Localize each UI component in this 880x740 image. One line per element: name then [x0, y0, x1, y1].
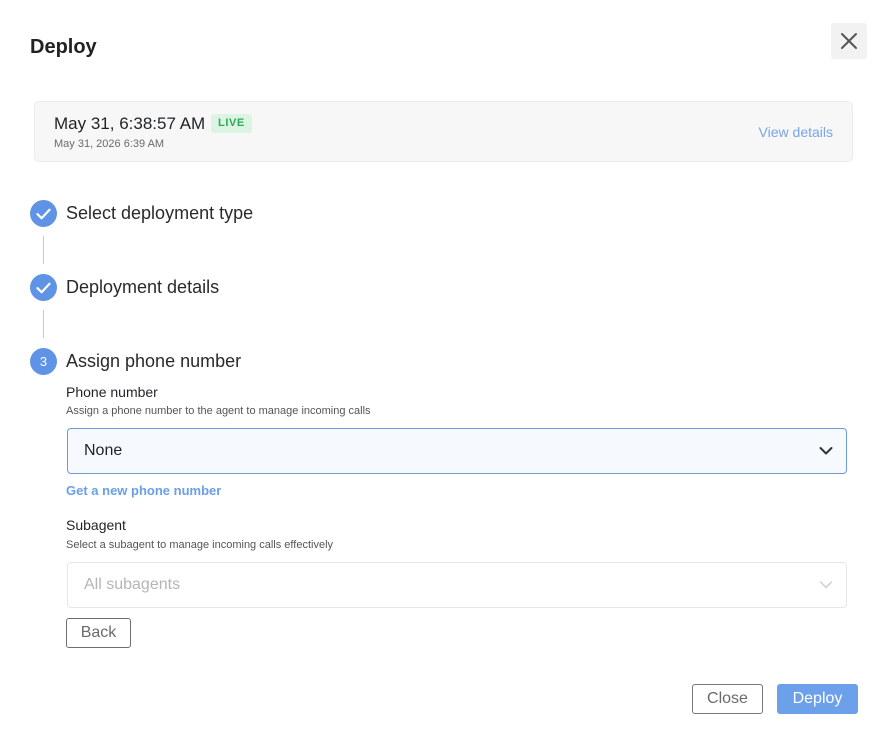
subagent-help: Select a subagent to manage incoming cal… [66, 539, 334, 551]
step-connector [43, 236, 44, 264]
step-2-complete-indicator [30, 274, 57, 301]
back-button[interactable]: Back [66, 618, 131, 648]
deploy-button[interactable]: Deploy [777, 684, 858, 714]
subagent-value: All subagents [84, 576, 181, 593]
subagent-label: Subagent [66, 517, 126, 533]
step-1-label: Select deployment type [66, 203, 254, 223]
chevron-down-icon [819, 447, 833, 455]
version-date: May 31, 2026 6:39 AM [54, 138, 165, 150]
get-new-phone-number-link[interactable]: Get a new phone number [66, 483, 221, 498]
close-button[interactable]: Close [692, 684, 763, 714]
check-icon [36, 282, 51, 293]
phone-number-select[interactable]: None [67, 428, 847, 474]
close-icon [841, 33, 857, 49]
phone-number-help: Assign a phone number to the agent to ma… [66, 405, 371, 417]
dialog-title: Deploy [30, 36, 97, 58]
current-version-card: May 31, 6:38:57 AM LIVE May 31, 2026 6:3… [34, 101, 853, 162]
check-icon [36, 208, 51, 219]
version-time: May 31, 6:38:57 AM [54, 114, 206, 133]
phone-number-label: Phone number [66, 384, 158, 400]
subagent-select: All subagents [67, 562, 847, 608]
chevron-down-icon [819, 581, 833, 589]
view-details-link[interactable]: View details [759, 124, 833, 140]
step-1-complete-indicator [30, 200, 57, 227]
live-badge: LIVE [211, 114, 252, 133]
step-2-label: Deployment details [66, 277, 220, 297]
step-3-label: Assign phone number [66, 351, 242, 371]
step-connector [43, 310, 44, 338]
close-dialog-button[interactable] [831, 23, 867, 59]
phone-number-value: None [84, 442, 123, 459]
step-3-number: 3 [30, 348, 57, 375]
